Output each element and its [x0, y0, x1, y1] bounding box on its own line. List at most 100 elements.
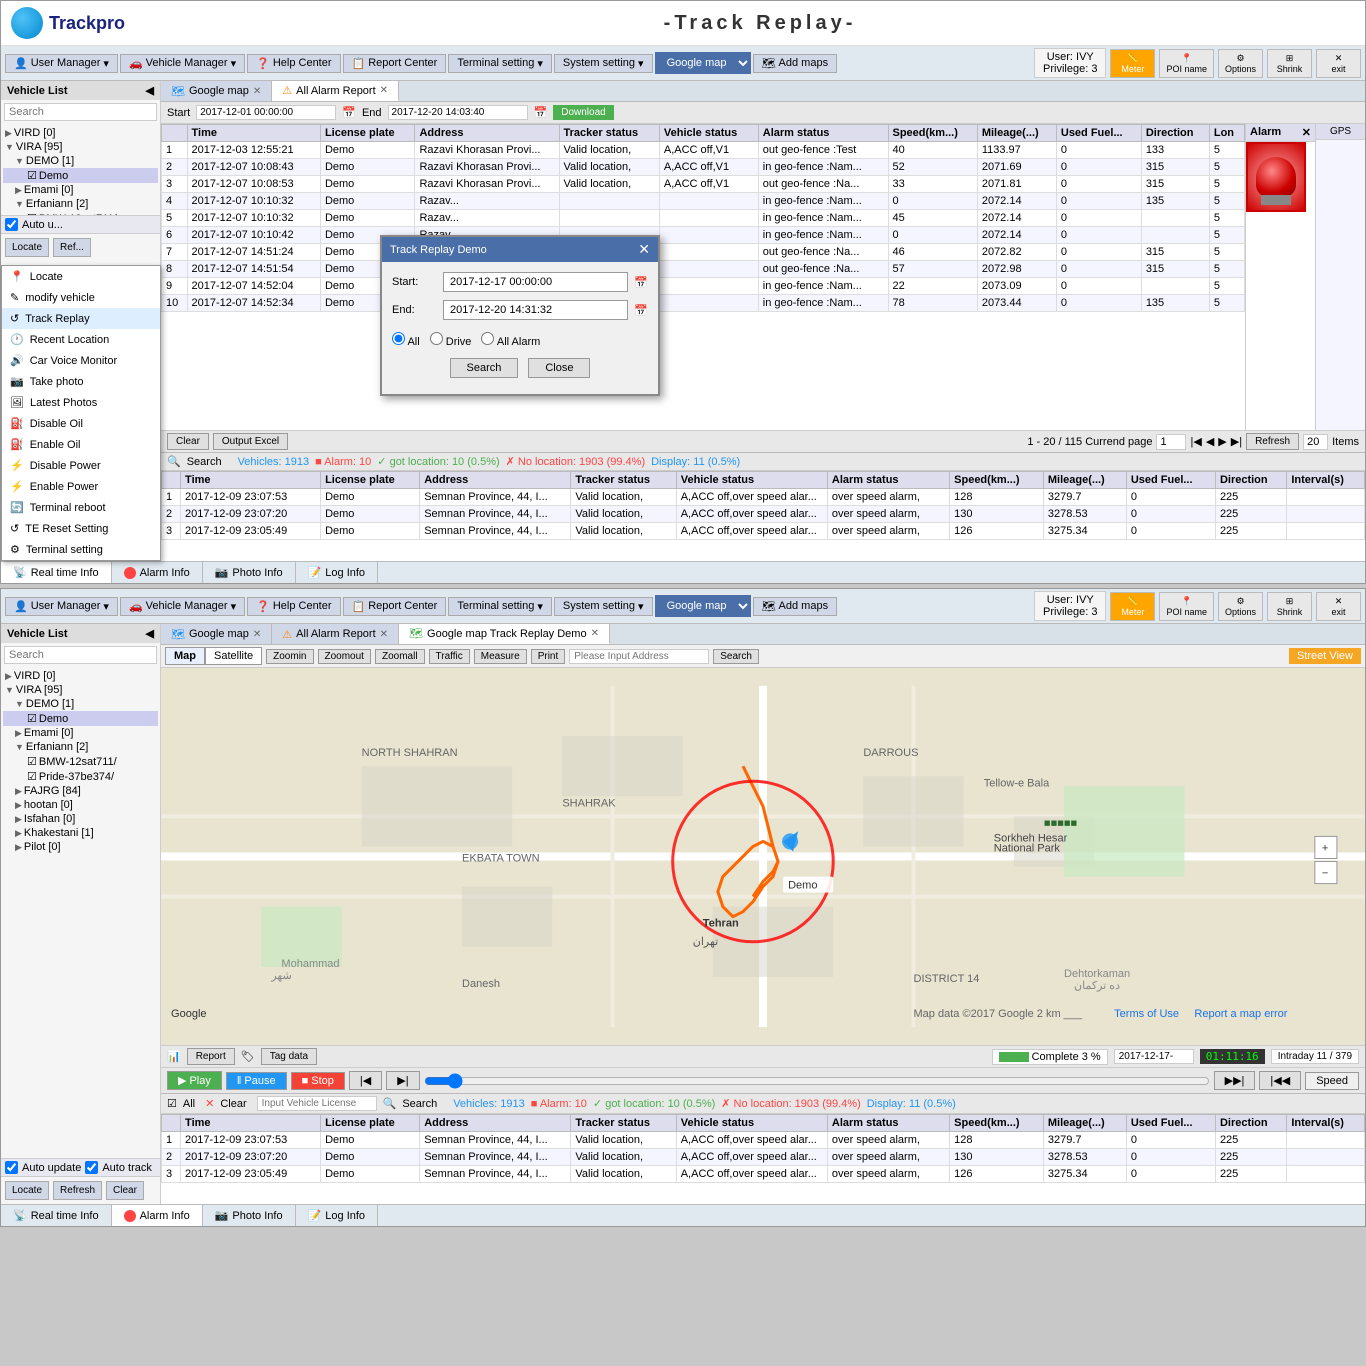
- modal-cal-icon[interactable]: 📅: [634, 276, 648, 289]
- ctx-locate[interactable]: 📍 Locate: [2, 266, 160, 287]
- clear-btn-2[interactable]: Clear: [106, 1181, 144, 1200]
- report-center-menu-2[interactable]: 📋 Report Center: [343, 597, 447, 616]
- exit-btn-2[interactable]: ✕ exit: [1316, 592, 1361, 621]
- street-view-btn[interactable]: Street View: [1289, 648, 1361, 664]
- tree-item-vird-2[interactable]: ▶ VIRD [0]: [3, 669, 158, 683]
- tab-realtime-info-2[interactable]: 📡 Real time Info: [1, 1205, 112, 1226]
- page-nav-first[interactable]: |◀: [1190, 435, 1201, 448]
- vehicle-manager-menu-2[interactable]: 🚗 Vehicle Manager ▾: [120, 597, 245, 616]
- options-btn-2[interactable]: ⚙ Options: [1218, 592, 1263, 621]
- table-row[interactable]: 3 2017-12-09 23:05:49 Demo Semnan Provin…: [162, 523, 1365, 540]
- radio-drive-label[interactable]: Drive: [430, 332, 472, 348]
- table-row[interactable]: 1 2017-12-03 12:55:21 Demo Razavi Khoras…: [162, 142, 1245, 159]
- table-row[interactable]: 2 2017-12-09 23:07:20 Demo Semnan Provin…: [162, 506, 1365, 523]
- output-excel-btn[interactable]: Output Excel: [213, 433, 288, 450]
- clear-btn[interactable]: Clear: [167, 433, 209, 450]
- address-input[interactable]: [569, 649, 709, 664]
- ctx-car-voice[interactable]: 🔊 Car Voice Monitor: [2, 350, 160, 371]
- help-center-menu[interactable]: ❓ Help Center: [247, 54, 340, 73]
- tab-photo-info-2[interactable]: 📷 Photo Info: [203, 1205, 296, 1226]
- radio-all-alarm[interactable]: [481, 332, 494, 345]
- tab-alarm-info-top[interactable]: Alarm Info: [112, 562, 203, 583]
- prev-frame-btn[interactable]: |◀: [349, 1071, 382, 1090]
- ctx-terminal-reboot[interactable]: 🔄 Terminal reboot: [2, 497, 160, 518]
- tree-item-demo-group[interactable]: ▼ DEMO [1]: [3, 154, 158, 168]
- items-count-input[interactable]: [1303, 434, 1328, 450]
- vehicle-manager-menu[interactable]: 🚗 Vehicle Manager ▾: [120, 54, 245, 73]
- ctx-track-replay[interactable]: ↺ Track Replay: [2, 308, 160, 329]
- report-center-menu[interactable]: 📋 Report Center: [343, 54, 447, 73]
- locate-btn[interactable]: Locate: [5, 238, 49, 257]
- tab-google-map-2[interactable]: 🗺 Google map ✕: [161, 624, 272, 644]
- download-btn[interactable]: Download: [553, 105, 613, 120]
- exit-btn[interactable]: ✕ exit: [1316, 49, 1361, 78]
- ctx-te-reset[interactable]: ↺ TE Reset Setting: [2, 518, 160, 539]
- replay-date-input[interactable]: [1114, 1049, 1194, 1064]
- realtime-table-scroll[interactable]: Time License plate Address Tracker statu…: [161, 471, 1365, 561]
- play-btn[interactable]: ▶ Play: [167, 1071, 222, 1090]
- zoomout-btn[interactable]: Zoomout: [318, 649, 371, 664]
- tab-log-info-2[interactable]: 📝 Log Info: [296, 1205, 378, 1226]
- print-btn[interactable]: Print: [531, 649, 566, 664]
- ctx-latest-photos[interactable]: 🖼 Latest Photos: [2, 392, 160, 413]
- start-date-input[interactable]: [196, 105, 336, 120]
- collapse-icon[interactable]: ◀: [146, 84, 154, 97]
- modal-close-btn[interactable]: ✕: [638, 241, 650, 258]
- alarm-col-close[interactable]: ✕: [1302, 126, 1311, 139]
- tree-item-khakestani-2[interactable]: ▶ Khakestani [1]: [3, 826, 158, 840]
- vehicle-license-input[interactable]: [257, 1096, 377, 1111]
- tab-alarm-info-2[interactable]: Alarm Info: [112, 1205, 203, 1226]
- calendar-icon[interactable]: 📅: [342, 106, 356, 119]
- map-type-select[interactable]: Google map: [655, 52, 751, 74]
- tree-item-isfahan-2[interactable]: ▶ Isfahan [0]: [3, 812, 158, 826]
- tab-close-alarm-2[interactable]: ✕: [380, 629, 388, 640]
- user-manager-menu[interactable]: 👤 User Manager ▾: [5, 54, 118, 73]
- user-manager-menu-2[interactable]: 👤 User Manager ▾: [5, 597, 118, 616]
- tree-item-demo-group-2[interactable]: ▼ DEMO [1]: [3, 697, 158, 711]
- map-type-satellite[interactable]: Satellite: [205, 647, 262, 665]
- table-row[interactable]: 1 2017-12-09 23:07:53 Demo Semnan Provin…: [162, 489, 1365, 506]
- speed-btn[interactable]: Speed: [1305, 1072, 1359, 1090]
- system-setting-menu[interactable]: System setting ▾: [554, 54, 653, 73]
- radio-drive[interactable]: [430, 332, 443, 345]
- table-row[interactable]: 3 2017-12-07 10:08:53 Demo Razavi Khoras…: [162, 176, 1245, 193]
- table-row[interactable]: 3 2017-12-09 23:05:49 Demo Semnan Provin…: [162, 1166, 1365, 1183]
- terminal-setting-menu-2[interactable]: Terminal setting ▾: [448, 597, 552, 616]
- tab-close-map-2[interactable]: ✕: [253, 629, 261, 640]
- ctx-terminal-setting[interactable]: ⚙ Terminal setting: [2, 539, 160, 560]
- ctx-enable-power[interactable]: ⚡ Enable Power: [2, 476, 160, 497]
- zoomall-btn[interactable]: Zoomall: [375, 649, 425, 664]
- tree-item-fajrg-2[interactable]: ▶ FAJRG [84]: [3, 784, 158, 798]
- add-maps-btn-2[interactable]: 🗺 Add maps: [753, 597, 838, 616]
- tab-realtime-info[interactable]: 📡 Real time Info: [1, 562, 112, 583]
- tab-track-replay[interactable]: 🗺 Google map Track Replay Demo ✕: [399, 624, 610, 644]
- terminal-setting-menu[interactable]: Terminal setting ▾: [448, 54, 552, 73]
- tree-item-vird[interactable]: ▶ VIRD [0]: [3, 126, 158, 140]
- modal-cal-icon2[interactable]: 📅: [634, 304, 648, 317]
- table-row[interactable]: 4 2017-12-07 10:10:32 Demo Razav... in g…: [162, 193, 1245, 210]
- tab-google-map[interactable]: 🗺 Google map ✕: [161, 81, 272, 101]
- collapse-icon-2[interactable]: ◀: [146, 627, 154, 640]
- sidebar-search-input[interactable]: [4, 103, 157, 121]
- tab-all-alarm-2[interactable]: ⚠ All Alarm Report ✕: [272, 624, 399, 644]
- traffic-btn[interactable]: Traffic: [429, 649, 470, 664]
- help-center-menu-2[interactable]: ❓ Help Center: [247, 597, 340, 616]
- auto-update-checkbox[interactable]: [5, 218, 18, 231]
- stop-btn[interactable]: ■ Stop: [291, 1072, 345, 1090]
- page-input[interactable]: [1156, 434, 1186, 450]
- meter-btn[interactable]: 📏 Meter: [1110, 49, 1155, 78]
- poi-name-btn[interactable]: 📍 POI name: [1159, 49, 1214, 78]
- alarm-table-scroll[interactable]: Time License plate Address Tracker statu…: [161, 124, 1245, 430]
- shrink-btn[interactable]: ⊞ Shrink: [1267, 49, 1312, 78]
- auto-update-checkbox-2[interactable]: [5, 1161, 18, 1174]
- map-type-map[interactable]: Map: [165, 647, 205, 665]
- replay-progress-slider[interactable]: [424, 1073, 1210, 1089]
- ctx-enable-oil[interactable]: ⛽ Enable Oil: [2, 434, 160, 455]
- table-row[interactable]: 6 2017-12-07 10:10:42 Demo Razav... in g…: [162, 227, 1245, 244]
- modal-end-input[interactable]: [443, 300, 628, 320]
- locate-btn-2[interactable]: Locate: [5, 1181, 49, 1200]
- end-date-input[interactable]: [388, 105, 528, 120]
- tree-item-pilot-2[interactable]: ▶ Pilot [0]: [3, 840, 158, 854]
- tab-photo-info-top[interactable]: 📷 Photo Info: [203, 562, 296, 583]
- tree-item-vira[interactable]: ▼ VIRA [95]: [3, 140, 158, 154]
